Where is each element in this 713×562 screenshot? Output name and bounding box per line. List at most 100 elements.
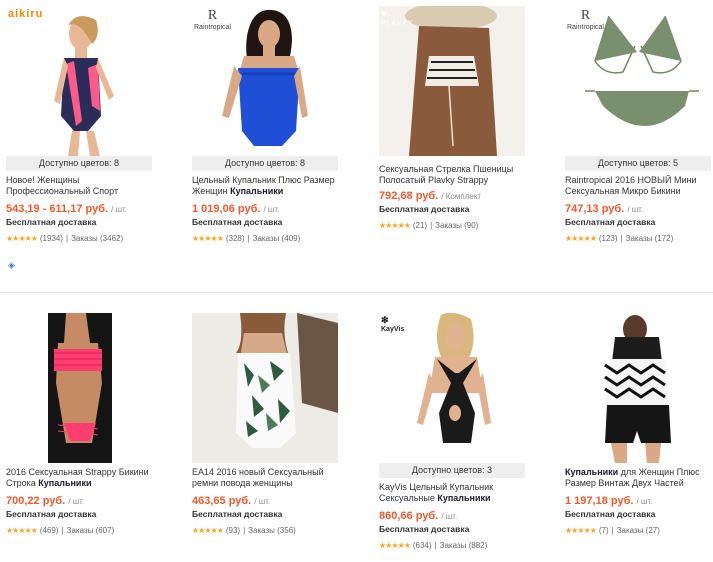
orders-count: Заказы (607): [66, 526, 115, 535]
separator: |: [247, 234, 250, 243]
price-unit: / шт.: [68, 497, 85, 506]
product-image[interactable]: ♥ PLAVKY: [379, 6, 525, 156]
swimsuit-image: [192, 313, 338, 463]
product-card[interactable]: Купальники для Женщин Плюс Размер Винтаж…: [565, 313, 713, 535]
shipping-label: Бесплатная доставка: [379, 524, 470, 534]
product-image[interactable]: aikiru: [6, 6, 152, 156]
swimsuit-image: [379, 313, 525, 463]
product-card[interactable]: EA14 2016 новый Сексуальный ремни повода…: [192, 313, 342, 535]
product-price: 700,22 руб.: [6, 495, 66, 507]
rating-row: ★★★★★ (7) | Заказы (27): [565, 526, 713, 535]
brand-logo: ❇ KayVis: [381, 315, 405, 333]
price-unit: / Комплект: [441, 192, 482, 201]
product-title[interactable]: Цельный Купальник Плюс Размер Женщин Куп…: [192, 175, 342, 197]
review-count[interactable]: (1934): [40, 234, 63, 243]
separator: |: [243, 526, 246, 535]
product-card[interactable]: R Raintropical Доступно цветов: 5 Raintro…: [565, 6, 713, 243]
rating-row: ★★★★★ (634) | Заказы (882): [379, 541, 529, 550]
product-price: 1 197,18 руб.: [565, 495, 634, 507]
product-price: 860,66 руб.: [379, 510, 439, 522]
swimsuit-image: [379, 6, 525, 156]
price-unit: / шт.: [441, 512, 458, 521]
brand-logo: R Raintropical: [567, 8, 604, 31]
product-card[interactable]: 2016 Сексуальная Strappy Бикини Строка К…: [6, 313, 156, 535]
brand-logo: R Raintropical: [194, 8, 231, 31]
separator: |: [61, 526, 64, 535]
review-count[interactable]: (7): [599, 526, 609, 535]
brand-logo: ♥ PLAVKY: [381, 8, 414, 27]
product-price: 1 019,06 руб.: [192, 203, 261, 215]
rating-row: ★★★★★ (1934) | Заказы (3462): [6, 234, 156, 243]
shipping-label: Бесплатная доставка: [6, 217, 97, 227]
review-count[interactable]: (93): [226, 526, 240, 535]
shipping-label: Бесплатная доставка: [379, 204, 470, 214]
rating-row: ★★★★★ (469) | Заказы (607): [6, 526, 156, 535]
product-card[interactable]: R Raintropical Доступно цветов: 8 Цельный…: [192, 6, 342, 243]
rating-row: ★★★★★ (328) | Заказы (409): [192, 234, 342, 243]
star-icon: ★★★★★: [6, 234, 38, 243]
rating-row: ★★★★★ (21) | Заказы (90): [379, 221, 529, 230]
star-icon: ★★★★★: [565, 526, 597, 535]
orders-count: Заказы (172): [625, 234, 674, 243]
product-image[interactable]: [192, 313, 338, 463]
product-price: 747,13 руб.: [565, 203, 625, 215]
product-image[interactable]: ❇ KayVis: [379, 313, 525, 463]
row-divider: [0, 292, 713, 293]
available-colors-label[interactable]: Доступно цветов: 3: [379, 463, 525, 478]
product-title[interactable]: EA14 2016 новый Сексуальный ремни повода…: [192, 467, 342, 489]
product-image[interactable]: R Raintropical: [565, 6, 711, 156]
product-title[interactable]: Купальники для Женщин Плюс Размер Винтаж…: [565, 467, 713, 489]
review-count[interactable]: (328): [226, 234, 245, 243]
product-card[interactable]: aikiru Доступно цветов: 8 Новое! Женщины…: [6, 6, 156, 270]
shipping-label: Бесплатная доставка: [192, 217, 283, 227]
tankini-image: [565, 313, 711, 463]
review-count[interactable]: (123): [599, 234, 618, 243]
brand-logo: aikiru: [8, 8, 44, 20]
price-unit: / шт.: [263, 205, 280, 214]
product-image[interactable]: [6, 313, 152, 463]
price-unit: / шт.: [636, 497, 653, 506]
rating-row: ★★★★★ (123) | Заказы (172): [565, 234, 713, 243]
star-icon: ★★★★★: [6, 526, 38, 535]
swimsuit-image: [6, 6, 152, 156]
review-count[interactable]: (469): [40, 526, 59, 535]
orders-count: Заказы (3462): [71, 234, 124, 243]
price-unit: / шт.: [111, 205, 127, 214]
product-price: 792,68 руб.: [379, 190, 439, 202]
separator: |: [434, 541, 437, 550]
shipping-label: Бесплатная доставка: [565, 509, 656, 519]
star-icon: ★★★★★: [192, 526, 224, 535]
rating-row: ★★★★★ (93) | Заказы (356): [192, 526, 342, 535]
shipping-label: Бесплатная доставка: [192, 509, 283, 519]
discount-icon[interactable]: ◈: [8, 260, 15, 271]
product-image[interactable]: R Raintropical: [192, 6, 338, 156]
bikini-image: [6, 313, 152, 463]
product-title[interactable]: Raintropical 2016 НОВЫЙ Мини Сексуальная…: [565, 175, 713, 197]
star-icon: ★★★★★: [379, 541, 411, 550]
price-unit: / шт.: [627, 205, 644, 214]
product-title[interactable]: 2016 Сексуальная Strappy Бикини Строка К…: [6, 467, 156, 489]
separator: |: [620, 234, 623, 243]
review-count[interactable]: (21): [413, 221, 427, 230]
star-icon: ★★★★★: [192, 234, 224, 243]
orders-count: Заказы (27): [616, 526, 660, 535]
available-colors-label[interactable]: Доступно цветов: 8: [6, 156, 152, 171]
orders-count: Заказы (356): [248, 526, 296, 535]
orders-count: Заказы (409): [252, 234, 301, 243]
separator: |: [611, 526, 614, 535]
price-unit: / шт.: [254, 497, 271, 506]
product-price: 463,65 руб.: [192, 495, 252, 507]
star-icon: ★★★★★: [565, 234, 597, 243]
available-colors-label[interactable]: Доступно цветов: 5: [565, 156, 711, 171]
available-colors-label[interactable]: Доступно цветов: 8: [192, 156, 338, 171]
product-title[interactable]: Новое! Женщины Профессиональный Спорт: [6, 175, 156, 197]
product-card[interactable]: ❇ KayVis Доступно цветов: 3 KayVis Цельны…: [379, 313, 529, 550]
review-count[interactable]: (634): [413, 541, 432, 550]
product-image[interactable]: [565, 313, 711, 463]
product-card[interactable]: ♥ PLAVKY Сексуальная Стрелка Пшеницы Поло…: [379, 6, 529, 230]
product-title[interactable]: Сексуальная Стрелка Пшеницы Полосатый Pl…: [379, 164, 529, 186]
shipping-label: Бесплатная доставка: [6, 509, 97, 519]
orders-count: Заказы (882): [439, 541, 488, 550]
orders-count: Заказы (90): [435, 221, 479, 230]
product-title[interactable]: KayVis Цельный Купальник Сексуальные Куп…: [379, 482, 529, 504]
